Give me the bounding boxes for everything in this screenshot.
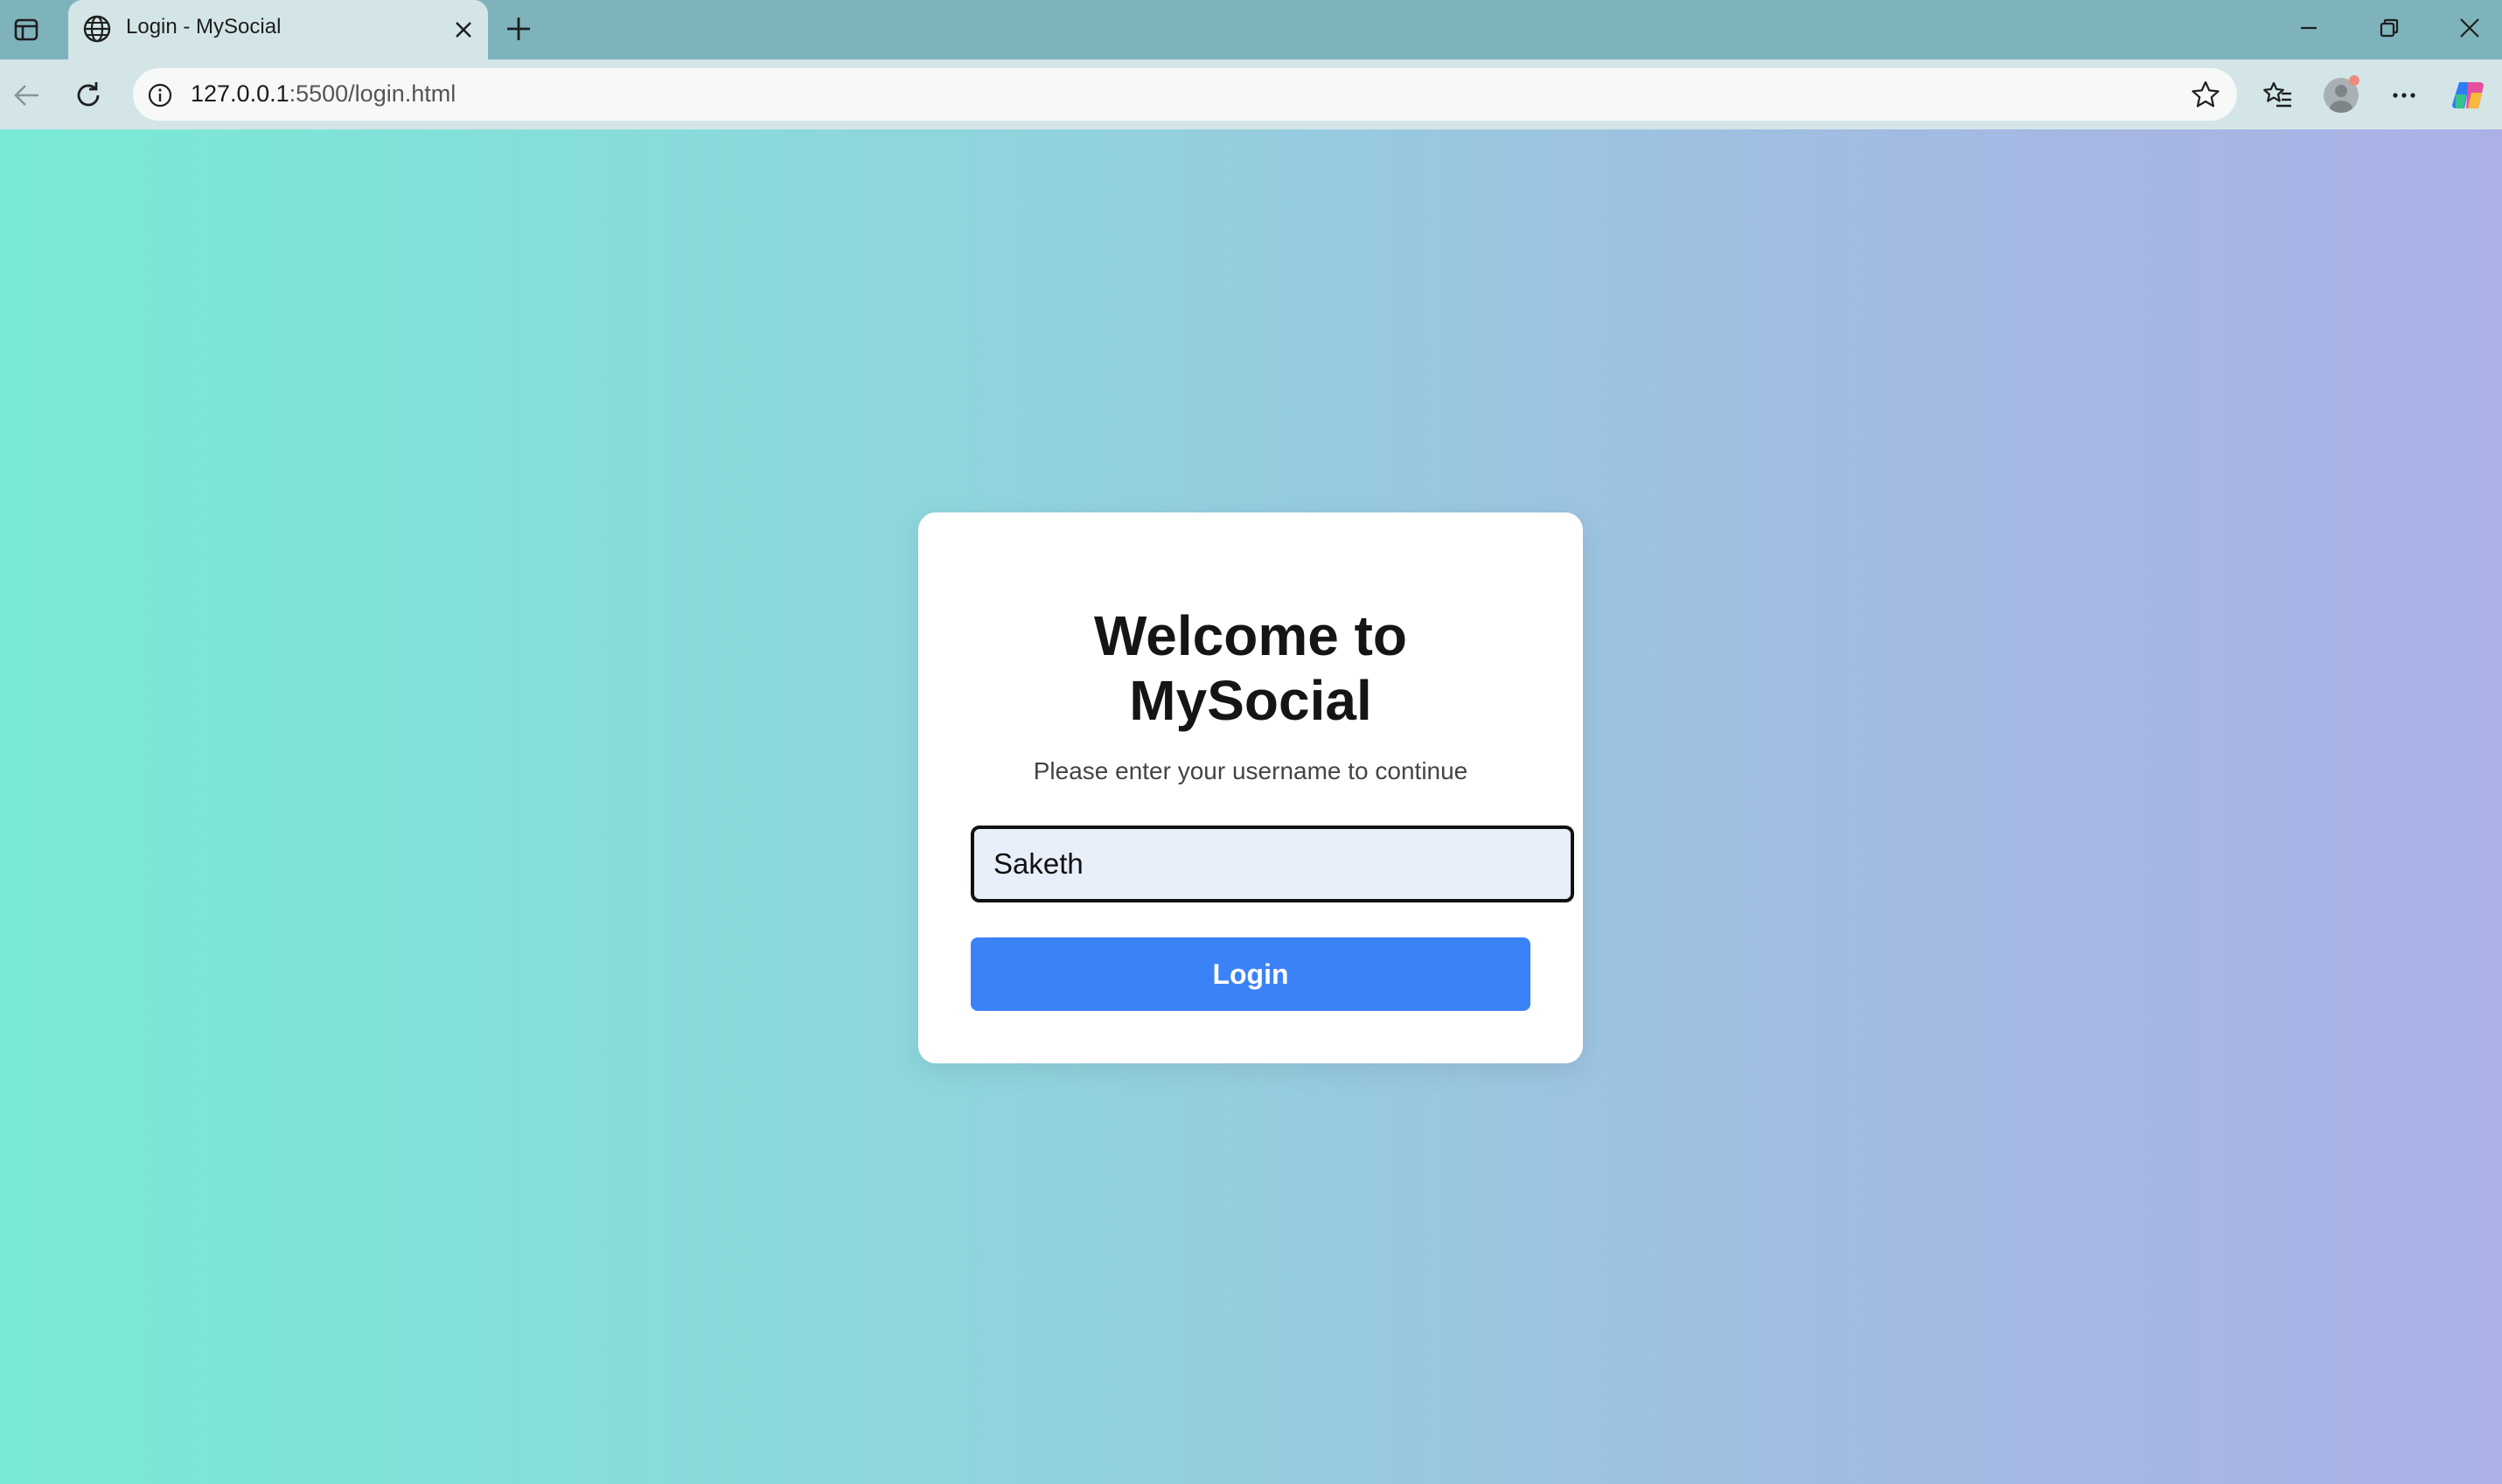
- plus-icon: [507, 17, 530, 40]
- minimize-button[interactable]: [2269, 0, 2349, 56]
- browser-tab-strip: Login - MySocial: [0, 0, 2502, 59]
- page-viewport: Welcome to MySocial Please enter your us…: [0, 129, 2502, 1484]
- login-subtitle: Please enter your username to continue: [1033, 757, 1468, 784]
- back-button[interactable]: [7, 75, 47, 115]
- close-icon: [456, 22, 471, 38]
- restore-button[interactable]: [2349, 0, 2429, 56]
- reload-button[interactable]: [68, 75, 108, 115]
- site-info-icon: [148, 83, 172, 108]
- url-text[interactable]: 127.0.0.1:5500/login.html: [191, 80, 456, 108]
- url-host: 127.0.0.1: [191, 80, 289, 107]
- page-title: Welcome to MySocial: [918, 603, 1583, 733]
- tab-actions-button[interactable]: [7, 10, 45, 49]
- window-close-button[interactable]: [2429, 0, 2502, 56]
- title-line-1: Welcome to: [1094, 604, 1407, 667]
- more-icon: [2393, 93, 2415, 98]
- back-arrow-icon: [14, 85, 38, 106]
- browser-tab-active[interactable]: Login - MySocial: [68, 0, 488, 59]
- title-line-2: MySocial: [1129, 669, 1372, 732]
- profile-notification-dot: [2349, 75, 2359, 86]
- globe-icon: [83, 15, 111, 43]
- star-icon: [2192, 80, 2220, 108]
- login-button[interactable]: Login: [971, 937, 1530, 1011]
- favorites-icon: [2263, 81, 2291, 108]
- new-tab-button[interactable]: [500, 10, 537, 47]
- reload-icon: [77, 82, 100, 107]
- favorites-button[interactable]: [2258, 75, 2298, 115]
- copilot-icon: [2452, 82, 2484, 108]
- more-button[interactable]: [2384, 75, 2424, 115]
- login-card: Welcome to MySocial Please enter your us…: [918, 512, 1583, 1063]
- tab-actions-icon: [14, 18, 38, 41]
- tab-close-button[interactable]: [446, 12, 481, 47]
- tab-title: Login - MySocial: [126, 15, 282, 38]
- site-info-button[interactable]: [145, 80, 175, 110]
- username-input[interactable]: [971, 826, 1574, 902]
- copilot-button[interactable]: [2449, 75, 2489, 115]
- close-icon: [2460, 18, 2479, 38]
- address-bar[interactable]: 127.0.0.1:5500/login.html: [133, 68, 2237, 121]
- url-path: :5500/login.html: [289, 80, 456, 107]
- restore-icon: [2380, 18, 2399, 38]
- browser-toolbar: 127.0.0.1:5500/login.html: [0, 59, 2502, 129]
- add-favorite-button[interactable]: [2188, 77, 2223, 112]
- minimize-icon: [2301, 26, 2317, 30]
